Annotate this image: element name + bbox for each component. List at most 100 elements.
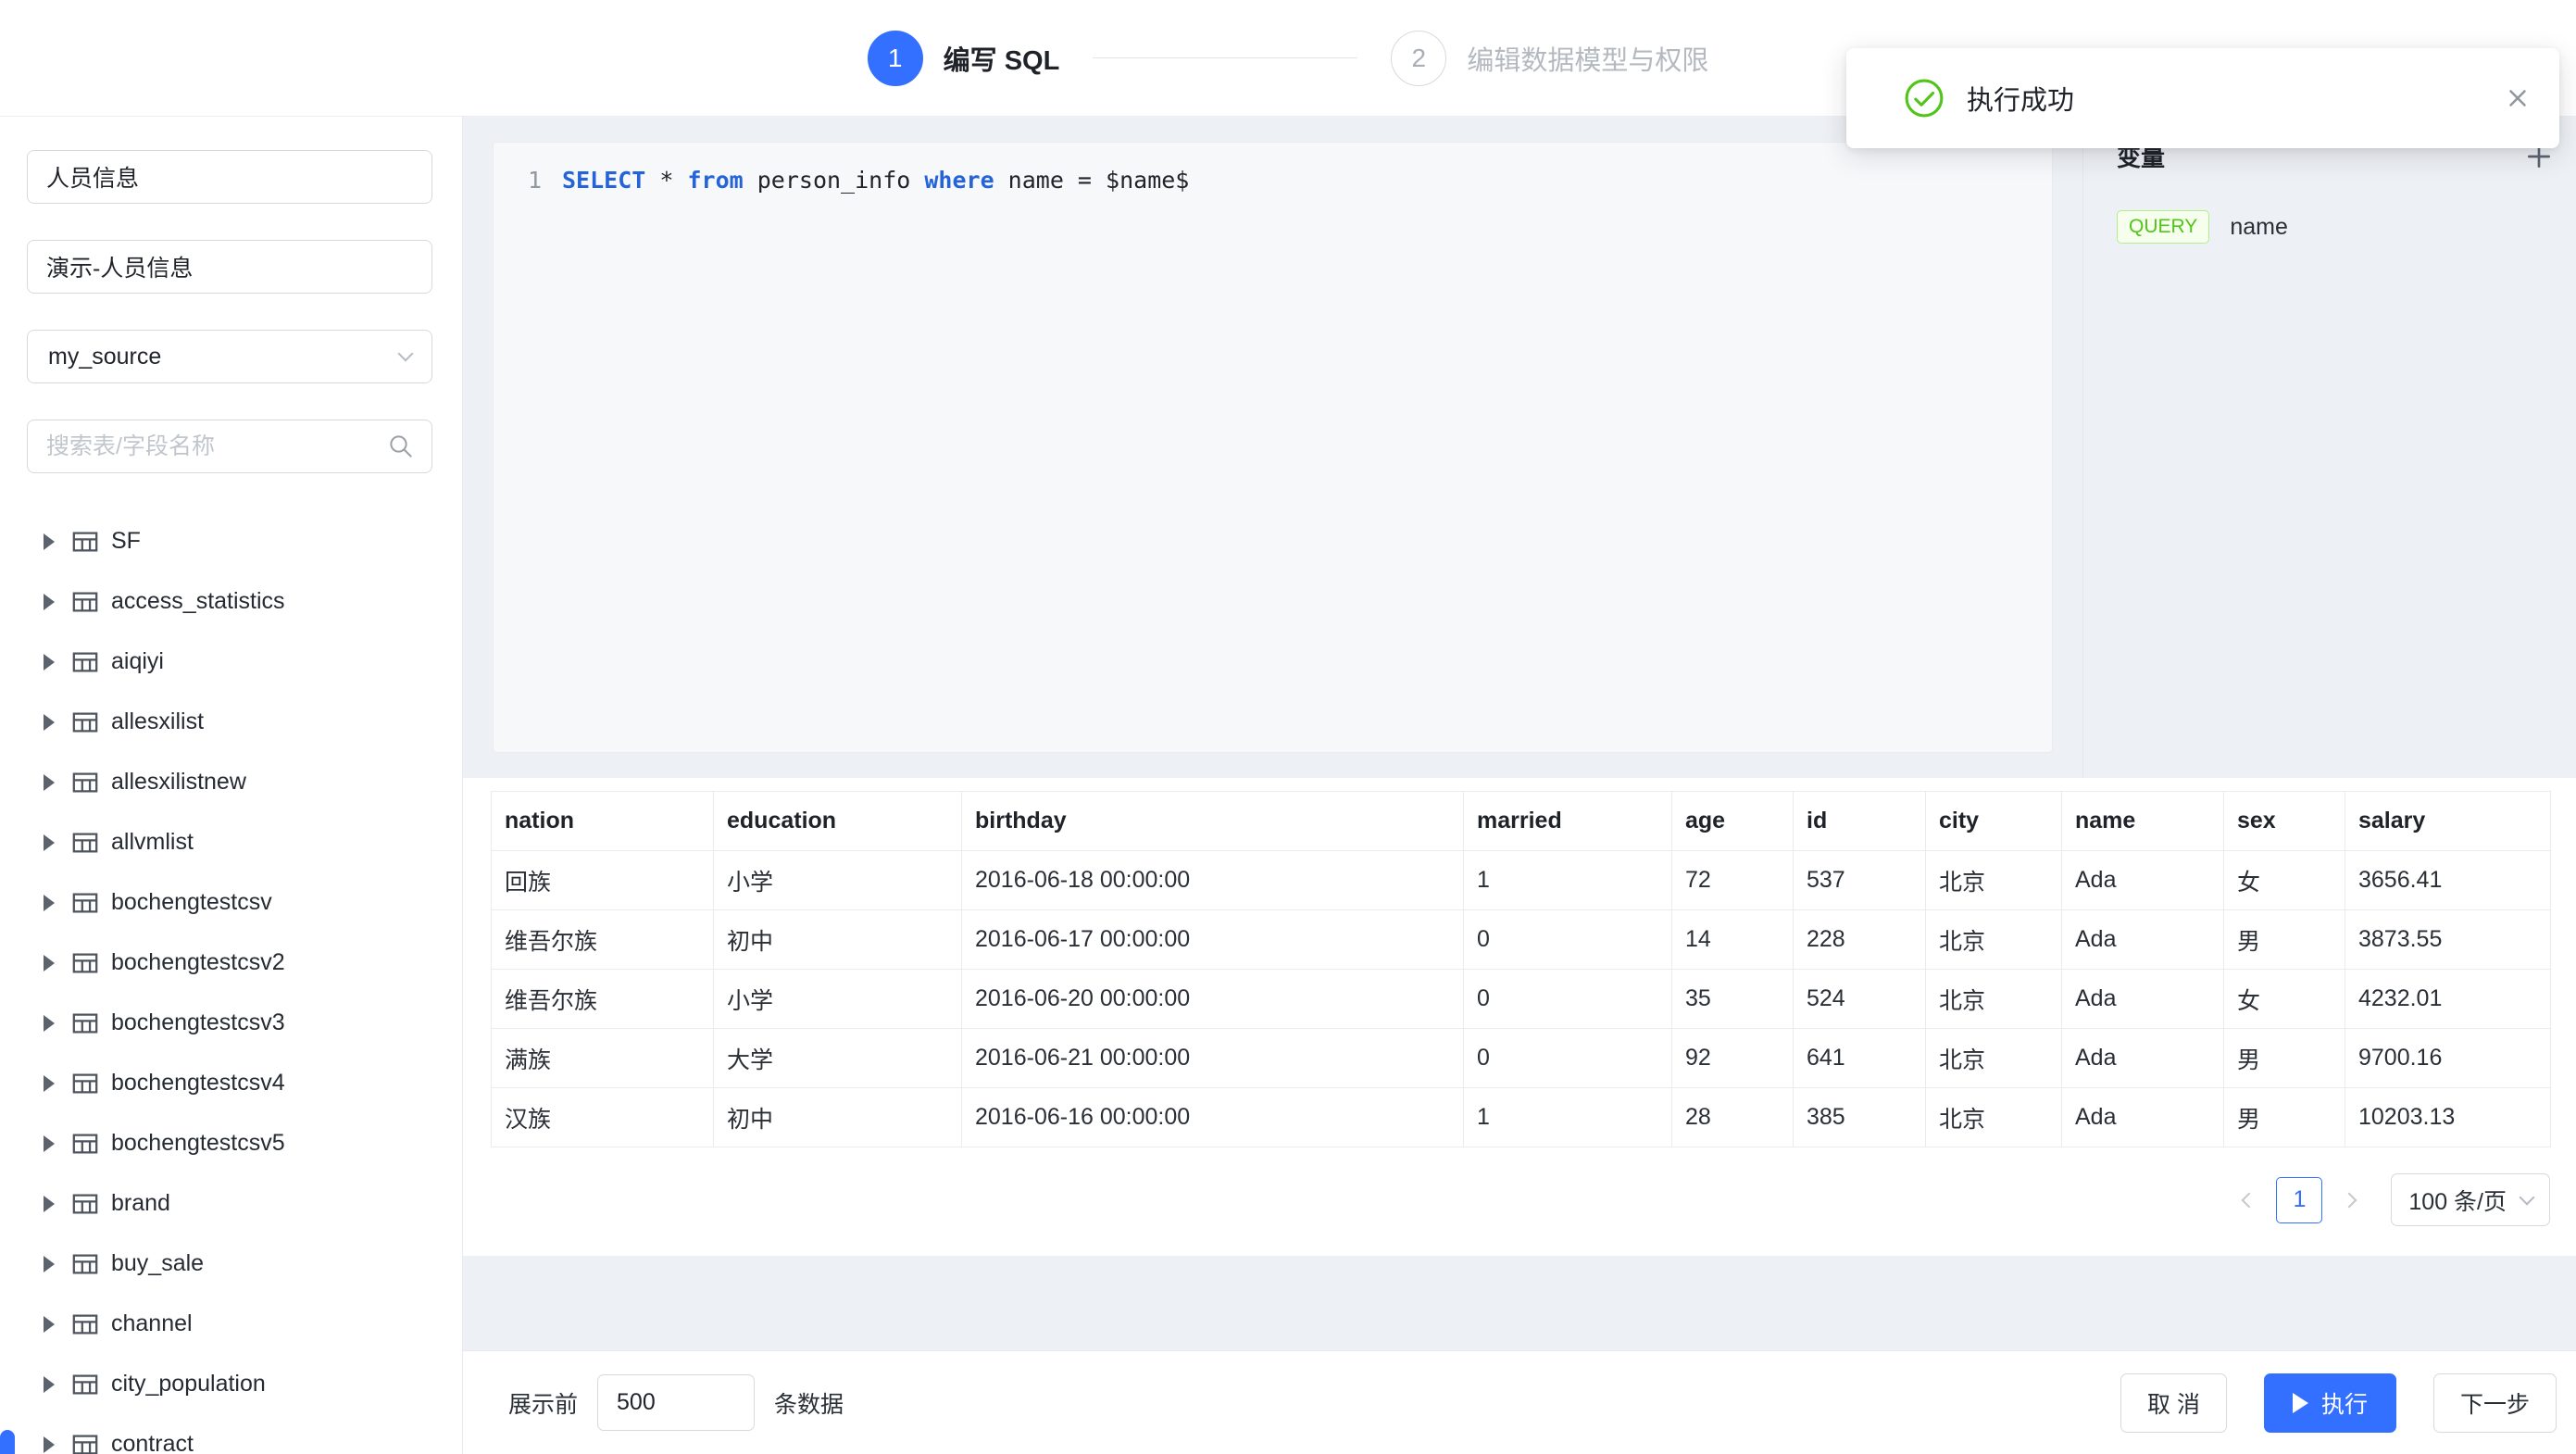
search-input[interactable] (46, 433, 387, 460)
expand-caret-icon[interactable] (44, 1075, 55, 1092)
table-tree-item[interactable]: brand (0, 1173, 462, 1234)
table-icon (71, 708, 99, 736)
datasource-select[interactable]: my_source (27, 330, 432, 383)
table-name: SF (111, 528, 141, 555)
results-column-header: sex (2224, 792, 2345, 851)
variables-list: QUERY name (2083, 210, 2576, 244)
table-tree-item[interactable]: channel (0, 1294, 462, 1354)
results-cell: 72 (1672, 851, 1794, 910)
results-cell: 北京 (1926, 1088, 2062, 1147)
expand-caret-icon[interactable] (44, 1436, 55, 1453)
table-tree: SF access_statistics aiqiyi allesxilist … (0, 511, 462, 1454)
limit-suffix-label: 条数据 (774, 1386, 844, 1420)
table-name: bochengtestcsv (111, 889, 272, 916)
results-cell: 2016-06-21 00:00:00 (962, 1029, 1464, 1088)
results-cell: Ada (2062, 851, 2224, 910)
table-name: bochengtestcsv3 (111, 1009, 285, 1036)
execute-button[interactable]: 执行 (2264, 1373, 2396, 1433)
table-tree-item[interactable]: bochengtestcsv5 (0, 1113, 462, 1173)
close-icon[interactable] (2504, 84, 2532, 112)
table-tree-item[interactable]: access_statistics (0, 571, 462, 632)
success-toast: 执行成功 (1846, 48, 2559, 148)
table-name: allesxilist (111, 708, 204, 735)
row-limit-input[interactable] (597, 1374, 755, 1431)
sql-line-1: 1 SELECT * from person_info where name =… (494, 143, 2052, 196)
table-name: access_statistics (111, 588, 285, 615)
table-tree-item[interactable]: buy_sale (0, 1234, 462, 1294)
results-column-header: name (2062, 792, 2224, 851)
scrollbar-thumb[interactable] (0, 1430, 15, 1454)
table-tree-item[interactable]: bochengtestcsv (0, 872, 462, 933)
expand-caret-icon[interactable] (44, 1196, 55, 1212)
step-2: 2 编辑数据模型与权限 (1391, 31, 1708, 86)
table-name: brand (111, 1190, 170, 1217)
results-cell: 9700.16 (2345, 1029, 2551, 1088)
sidebar: my_source SF access_statistics aiqiyi al… (0, 117, 463, 1454)
results-column-header: birthday (962, 792, 1464, 851)
table-tree-item[interactable]: bochengtestcsv4 (0, 1053, 462, 1113)
results-table: nationeducationbirthdaymarriedageidcityn… (491, 791, 2551, 1147)
line-number: 1 (494, 165, 542, 196)
current-page-button[interactable]: 1 (2276, 1177, 2322, 1223)
table-icon (71, 588, 99, 616)
table-tree-item[interactable]: allesxilistnew (0, 752, 462, 812)
table-tree-item[interactable]: allesxilist (0, 692, 462, 752)
sql-token: * (645, 167, 687, 194)
cancel-button[interactable]: 取 消 (2120, 1373, 2227, 1433)
results-cell: 3873.55 (2345, 910, 2551, 970)
results-cell: 641 (1794, 1029, 1926, 1088)
next-step-button[interactable]: 下一步 (2433, 1373, 2557, 1433)
table-icon (71, 889, 99, 917)
results-column-header: city (1926, 792, 2062, 851)
expand-caret-icon[interactable] (44, 955, 55, 971)
dataset-name-input[interactable] (27, 150, 432, 204)
variables-panel: 变量 QUERY name (2082, 117, 2576, 778)
expand-caret-icon[interactable] (44, 1256, 55, 1272)
variable-type-badge: QUERY (2117, 210, 2209, 244)
expand-caret-icon[interactable] (44, 774, 55, 791)
table-name: allesxilistnew (111, 769, 246, 796)
results-cell: 0 (1464, 910, 1672, 970)
expand-caret-icon[interactable] (44, 1135, 55, 1152)
table-name: bochengtestcsv2 (111, 949, 285, 976)
table-tree-item[interactable]: city_population (0, 1354, 462, 1414)
table-tree-item[interactable]: bochengtestcsv2 (0, 933, 462, 993)
results-cell: 满族 (492, 1029, 714, 1088)
next-page-button[interactable] (2328, 1177, 2370, 1223)
page-size-select[interactable]: 100 条/页 (2391, 1173, 2550, 1226)
datasource-selected-value: my_source (48, 344, 161, 370)
expand-caret-icon[interactable] (44, 1015, 55, 1032)
table-tree-item[interactable]: contract (0, 1414, 462, 1454)
table-name: allvmlist (111, 829, 194, 856)
results-cell: 维吾尔族 (492, 910, 714, 970)
expand-caret-icon[interactable] (44, 594, 55, 610)
results-row: 维吾尔族初中2016-06-17 00:00:00014228北京Ada男387… (492, 910, 2551, 970)
expand-caret-icon[interactable] (44, 1316, 55, 1333)
dataset-title-input[interactable] (27, 240, 432, 294)
table-name: aiqiyi (111, 648, 164, 675)
variable-item[interactable]: QUERY name (2117, 210, 2576, 244)
toast-message: 执行成功 (1967, 79, 2074, 118)
table-tree-item[interactable]: SF (0, 511, 462, 571)
expand-caret-icon[interactable] (44, 533, 55, 550)
step-1: 1 编写 SQL (868, 31, 1060, 86)
results-cell: 28 (1672, 1088, 1794, 1147)
expand-caret-icon[interactable] (44, 834, 55, 851)
results-cell: 2016-06-20 00:00:00 (962, 970, 1464, 1029)
results-cell: 537 (1794, 851, 1926, 910)
table-tree-item[interactable]: allvmlist (0, 812, 462, 872)
table-icon (71, 1190, 99, 1218)
expand-caret-icon[interactable] (44, 1376, 55, 1393)
expand-caret-icon[interactable] (44, 654, 55, 671)
expand-caret-icon[interactable] (44, 895, 55, 911)
sql-editor[interactable]: 1 SELECT * from person_info where name =… (493, 142, 2053, 753)
table-tree-item[interactable]: aiqiyi (0, 632, 462, 692)
prev-page-button[interactable] (2228, 1177, 2270, 1223)
table-icon (71, 528, 99, 556)
results-cell: 4232.01 (2345, 970, 2551, 1029)
table-name: channel (111, 1310, 193, 1337)
footer-actions: 取 消 执行 下一步 (2120, 1373, 2557, 1433)
table-icon (71, 829, 99, 857)
table-tree-item[interactable]: bochengtestcsv3 (0, 993, 462, 1053)
expand-caret-icon[interactable] (44, 714, 55, 731)
